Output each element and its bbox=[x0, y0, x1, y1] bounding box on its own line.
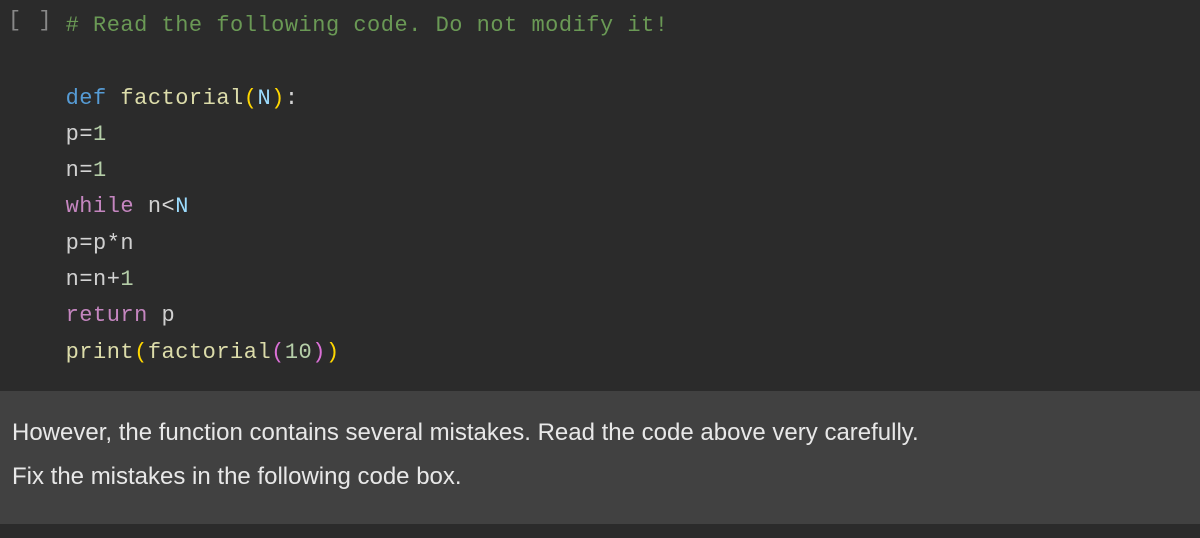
op-eq: = bbox=[79, 267, 93, 292]
var-p: p bbox=[93, 231, 107, 256]
var-n: n bbox=[93, 267, 107, 292]
var-p: p bbox=[66, 231, 80, 256]
num-1: 1 bbox=[120, 267, 134, 292]
code-cell[interactable]: [ ] # Read the following code. Do not mo… bbox=[0, 0, 1200, 391]
keyword-while: while bbox=[66, 194, 135, 219]
op-eq: = bbox=[79, 158, 93, 183]
op-eq: = bbox=[79, 231, 93, 256]
code-editor[interactable]: # Read the following code. Do not modify… bbox=[66, 8, 1200, 371]
paren-open: ( bbox=[134, 340, 148, 365]
var-p: p bbox=[162, 303, 176, 328]
op-eq: = bbox=[79, 122, 93, 147]
code-comment: # Read the following code. Do not modify… bbox=[66, 13, 669, 38]
func-factorial: factorial bbox=[148, 340, 271, 365]
instruction-line-1: However, the function contains several m… bbox=[12, 411, 1188, 455]
var-n: n bbox=[66, 267, 80, 292]
cell-execution-prompt: [ ] bbox=[0, 8, 66, 371]
op-lt: < bbox=[162, 194, 176, 219]
paren-close-inner: ) bbox=[312, 340, 326, 365]
paren-close: ) bbox=[326, 340, 340, 365]
op-star: * bbox=[107, 231, 121, 256]
var-N: N bbox=[175, 194, 189, 219]
keyword-def: def bbox=[66, 86, 107, 111]
func-print: print bbox=[66, 340, 135, 365]
var-n: n bbox=[148, 194, 162, 219]
paren-close: ) bbox=[271, 86, 285, 111]
instruction-line-2: Fix the mistakes in the following code b… bbox=[12, 455, 1188, 499]
parameter: N bbox=[257, 86, 271, 111]
markdown-cell: However, the function contains several m… bbox=[0, 391, 1200, 524]
num-1: 1 bbox=[93, 122, 107, 147]
op-plus: + bbox=[107, 267, 121, 292]
keyword-return: return bbox=[66, 303, 148, 328]
paren-open: ( bbox=[244, 86, 258, 111]
num-1: 1 bbox=[93, 158, 107, 183]
colon: : bbox=[285, 86, 299, 111]
var-p: p bbox=[66, 122, 80, 147]
var-n: n bbox=[120, 231, 134, 256]
var-n: n bbox=[66, 158, 80, 183]
function-name: factorial bbox=[120, 86, 243, 111]
paren-open-inner: ( bbox=[271, 340, 285, 365]
num-10: 10 bbox=[285, 340, 312, 365]
